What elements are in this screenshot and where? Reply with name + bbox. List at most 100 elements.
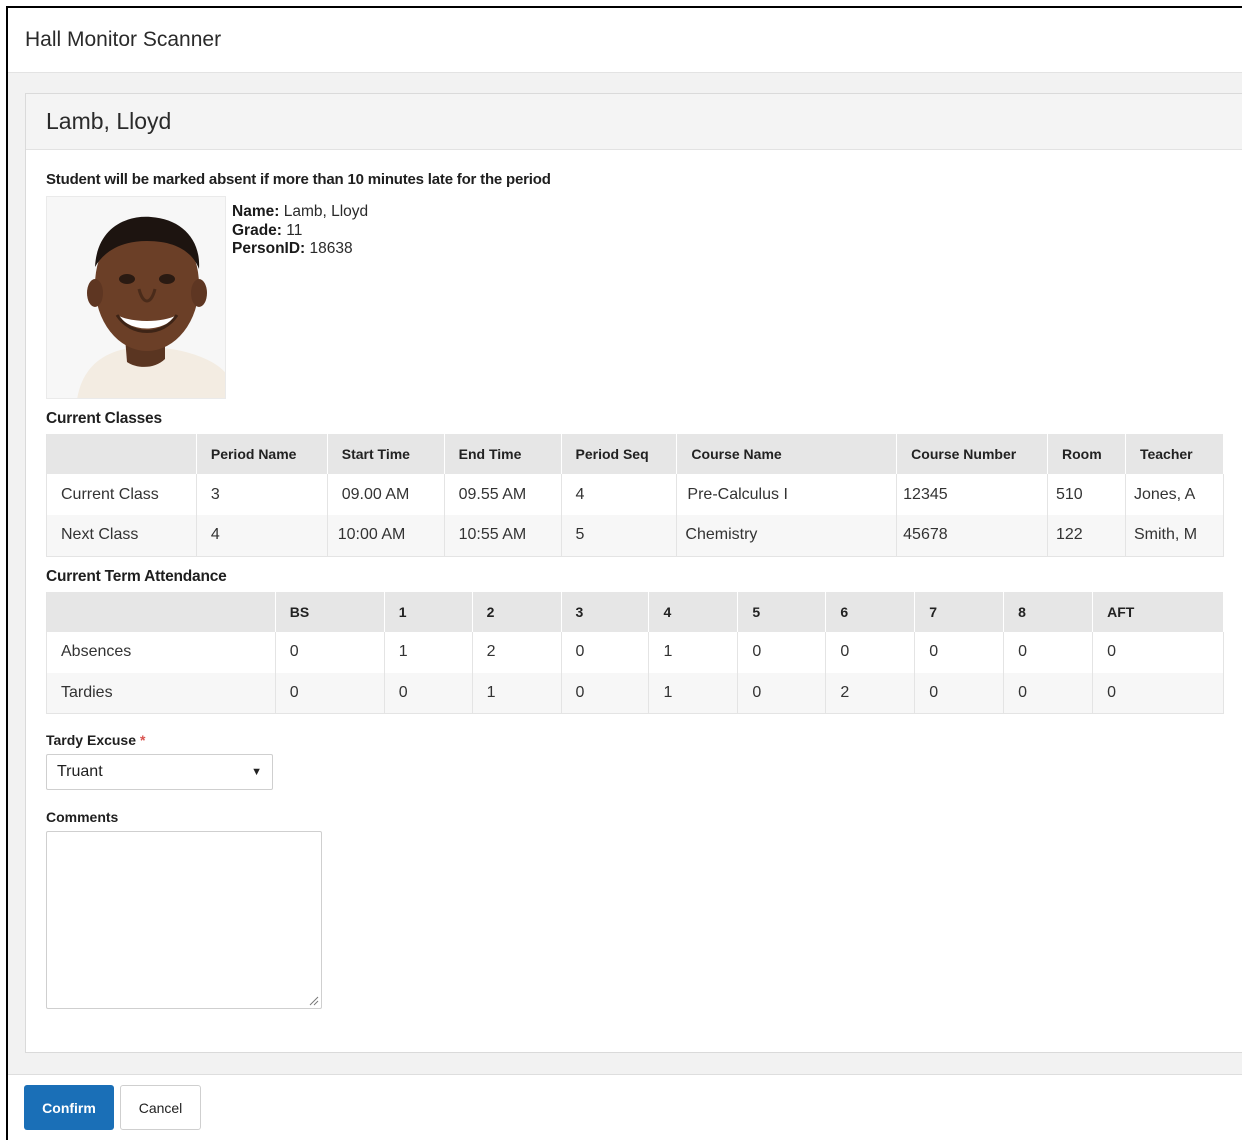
- attendance-header-cell: 4: [648, 591, 739, 632]
- student-grade-line: Grade: 11: [232, 222, 368, 241]
- table-cell: 3: [196, 474, 328, 515]
- attendance-header-cell: 2: [472, 591, 562, 632]
- student-summary: Name: Lamb, Lloyd Grade: 11 PersonID: 18…: [46, 196, 1242, 399]
- personid-label: PersonID:: [232, 240, 306, 257]
- tardy-excuse-select[interactable]: Truant ▼: [46, 754, 273, 790]
- term-attendance-title: Current Term Attendance: [46, 567, 227, 585]
- confirm-button[interactable]: Confirm: [24, 1085, 114, 1130]
- caret-down-icon: ▼: [251, 766, 262, 778]
- table-cell: 10:55 AM: [444, 515, 562, 556]
- table-cell: 122: [1047, 515, 1126, 556]
- table-cell: 0: [1092, 672, 1224, 714]
- table-row: Current Class 3 09.00 AM 09.55 AM 4 Pre-…: [46, 474, 1225, 515]
- window-frame: Hall Monitor Scanner Lamb, Lloyd Student…: [6, 6, 1242, 1140]
- table-cell: Smith, M: [1125, 515, 1225, 556]
- table-cell: 1: [648, 631, 739, 673]
- classes-header-cell: Teacher: [1125, 434, 1225, 474]
- table-cell: 0: [825, 631, 916, 673]
- table-cell: 10:00 AM: [327, 515, 445, 556]
- comments-textarea[interactable]: [46, 831, 322, 1009]
- student-photo: [46, 196, 226, 399]
- classes-header-row: Period Name Start Time End Time Period S…: [46, 434, 1225, 474]
- table-cell: 12345: [896, 474, 1048, 515]
- grade-label: Grade:: [232, 221, 282, 239]
- table-cell: 0: [737, 672, 827, 714]
- term-attendance-table: BS 1 2 3 4 5 6 7 8 AFT Absences 0 1 2 0 …: [46, 591, 1224, 714]
- tardy-excuse-label: Tardy Excuse *: [46, 732, 1242, 748]
- current-classes-table: Period Name Start Time End Time Period S…: [46, 434, 1225, 557]
- table-cell: 510: [1047, 474, 1126, 515]
- table-cell: Tardies: [46, 672, 276, 714]
- classes-header-cell: Start Time: [327, 434, 445, 474]
- table-cell: 09.00 AM: [327, 474, 445, 515]
- table-cell: 1: [472, 672, 562, 714]
- name-label: Name:: [232, 203, 280, 220]
- table-cell: 0: [914, 672, 1005, 714]
- attendance-header-cell: 3: [561, 591, 650, 632]
- app-title: Hall Monitor Scanner: [25, 28, 222, 51]
- attendance-header-cell: 6: [825, 591, 916, 632]
- table-row: Absences 0 1 2 0 1 0 0 0 0 0: [46, 631, 1224, 673]
- table-cell: 5: [561, 515, 678, 556]
- table-row: Next Class 4 10:00 AM 10:55 AM 5 Chemist…: [46, 515, 1225, 556]
- current-classes-title: Current Classes: [46, 410, 162, 427]
- table-cell: 0: [384, 672, 473, 714]
- student-photo-graphic: [47, 197, 225, 398]
- late-notice: Student will be marked absent if more th…: [46, 171, 551, 188]
- student-info: Name: Lamb, Lloyd Grade: 11 PersonID: 18…: [232, 203, 368, 399]
- attendance-header-cell: [46, 591, 276, 632]
- cancel-button[interactable]: Cancel: [120, 1085, 201, 1130]
- table-cell: 0: [561, 631, 650, 673]
- table-cell: 4: [196, 515, 328, 556]
- table-cell: 1: [384, 631, 473, 673]
- student-grade: 11: [286, 221, 303, 239]
- app-header: Hall Monitor Scanner: [8, 8, 1242, 73]
- student-card-header: Lamb, Lloyd: [26, 94, 1242, 150]
- classes-header-cell: Period Name: [196, 434, 328, 474]
- tardy-excuse-label-text: Tardy Excuse: [46, 732, 137, 748]
- attendance-header-cell: BS: [275, 591, 385, 632]
- table-cell: Absences: [46, 631, 276, 673]
- table-cell: 0: [1003, 672, 1094, 714]
- table-cell: 0: [561, 672, 650, 714]
- table-cell: 0: [275, 672, 385, 714]
- classes-header-cell: Course Number: [896, 434, 1048, 474]
- student-name-line: Name: Lamb, Lloyd: [232, 203, 368, 222]
- student-header-name: Lamb, Lloyd: [46, 108, 172, 134]
- table-cell: 2: [825, 672, 916, 714]
- table-cell: 0: [1003, 631, 1094, 673]
- table-cell: 0: [914, 631, 1005, 673]
- attendance-header-row: BS 1 2 3 4 5 6 7 8 AFT: [46, 591, 1224, 632]
- table-cell: Chemistry: [676, 515, 898, 556]
- resize-grip-icon[interactable]: [309, 996, 319, 1006]
- classes-header-cell: End Time: [444, 434, 562, 474]
- student-card: Lamb, Lloyd Student will be marked absen…: [25, 93, 1242, 1053]
- table-cell: Next Class: [46, 515, 197, 556]
- classes-header-cell: [46, 434, 197, 474]
- table-cell: 45678: [896, 515, 1048, 556]
- table-cell: 1: [648, 672, 739, 714]
- attendance-header-cell: AFT: [1092, 591, 1224, 632]
- student-personid-line: PersonID: 18638: [232, 240, 368, 259]
- required-marker: *: [140, 732, 146, 748]
- classes-header-cell: Room: [1047, 434, 1126, 474]
- student-name: Lamb, Lloyd: [283, 203, 369, 220]
- table-row: Tardies 0 0 1 0 1 0 2 0 0 0: [46, 672, 1224, 714]
- table-cell: Current Class: [46, 474, 197, 515]
- table-cell: Pre-Calculus I: [676, 474, 898, 515]
- table-cell: 4: [561, 474, 678, 515]
- table-cell: 09.55 AM: [444, 474, 562, 515]
- table-cell: 0: [1092, 631, 1224, 673]
- comments-label: Comments: [46, 809, 119, 825]
- tardy-excuse-value: Truant: [57, 763, 103, 780]
- action-footer: Confirm Cancel: [8, 1074, 1242, 1140]
- attendance-header-cell: 5: [737, 591, 827, 632]
- attendance-header-cell: 8: [1003, 591, 1094, 632]
- student-personid: 18638: [309, 240, 353, 257]
- attendance-header-cell: 1: [384, 591, 473, 632]
- table-cell: 0: [275, 631, 385, 673]
- classes-header-cell: Period Seq: [561, 434, 678, 474]
- table-cell: 2: [472, 631, 562, 673]
- table-cell: 0: [737, 631, 827, 673]
- classes-header-cell: Course Name: [676, 434, 898, 474]
